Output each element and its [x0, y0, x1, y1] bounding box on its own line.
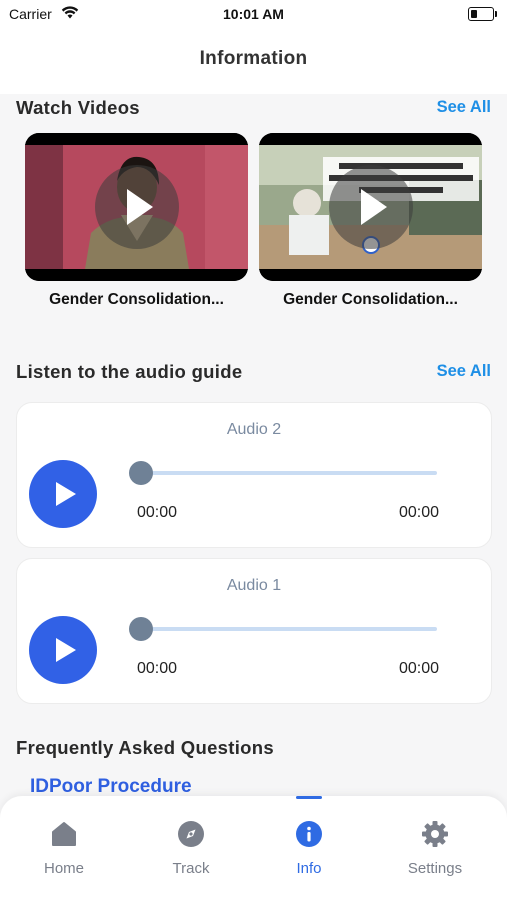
tab-info[interactable]: Info	[254, 796, 364, 900]
video-card-2[interactable]	[259, 133, 482, 281]
tab-settings[interactable]: Settings	[380, 796, 490, 900]
audio-seek-track[interactable]	[141, 471, 437, 475]
tab-home[interactable]: Home	[9, 796, 119, 900]
videos-section-title: Watch Videos	[16, 97, 140, 118]
clock: 10:01 AM	[223, 6, 284, 22]
tab-label: Settings	[407, 860, 463, 877]
audio-current-time: 00:00	[137, 504, 178, 521]
status-bar: Carrier 10:01 AM	[0, 0, 507, 28]
compass-icon	[178, 821, 204, 847]
play-overlay-icon	[94, 165, 179, 249]
tab-track[interactable]: Track	[136, 796, 246, 900]
video-card-1[interactable]	[25, 133, 248, 281]
tab-label: Track	[172, 860, 210, 877]
play-overlay-icon	[328, 165, 413, 249]
audio-see-all-link[interactable]: See All	[437, 362, 491, 381]
gear-icon	[422, 821, 448, 847]
faq-section-title: Frequently Asked Questions	[16, 737, 274, 758]
audio-play-button[interactable]	[29, 460, 97, 528]
faq-item-idpoor-procedure[interactable]: IDPoor Procedure	[30, 776, 192, 798]
bottom-tab-bar: Home Track Info Settings	[0, 796, 507, 900]
play-icon	[56, 482, 76, 506]
audio-seek-track[interactable]	[141, 627, 437, 631]
audio-duration: 00:00	[398, 660, 439, 677]
audio-current-time: 00:00	[137, 660, 178, 677]
audio-seek-thumb[interactable]	[129, 617, 153, 641]
battery-icon	[468, 7, 498, 21]
video-title-1[interactable]: Gender Consolidation...	[25, 291, 248, 309]
audio-title: Audio 2	[226, 421, 282, 438]
active-tab-indicator	[296, 796, 322, 799]
audio-seek-thumb[interactable]	[129, 461, 153, 485]
videos-see-all-link[interactable]: See All	[437, 98, 491, 117]
audio-duration: 00:00	[398, 504, 439, 521]
tab-label: Info	[296, 860, 322, 877]
audio-play-button[interactable]	[29, 616, 97, 684]
home-icon	[52, 822, 76, 846]
play-icon	[56, 638, 76, 662]
audio-title: Audio 1	[226, 577, 282, 594]
audio-card-2: Audio 1 00:00 00:00	[16, 558, 492, 704]
page-title: Information	[199, 48, 308, 69]
video-title-2[interactable]: Gender Consolidation...	[259, 291, 482, 309]
audio-card-1: Audio 2 00:00 00:00	[16, 402, 492, 548]
nav-header: Information	[0, 28, 507, 94]
tab-label: Home	[43, 860, 84, 877]
audio-section-title: Listen to the audio guide	[16, 361, 243, 382]
info-icon	[296, 821, 322, 847]
